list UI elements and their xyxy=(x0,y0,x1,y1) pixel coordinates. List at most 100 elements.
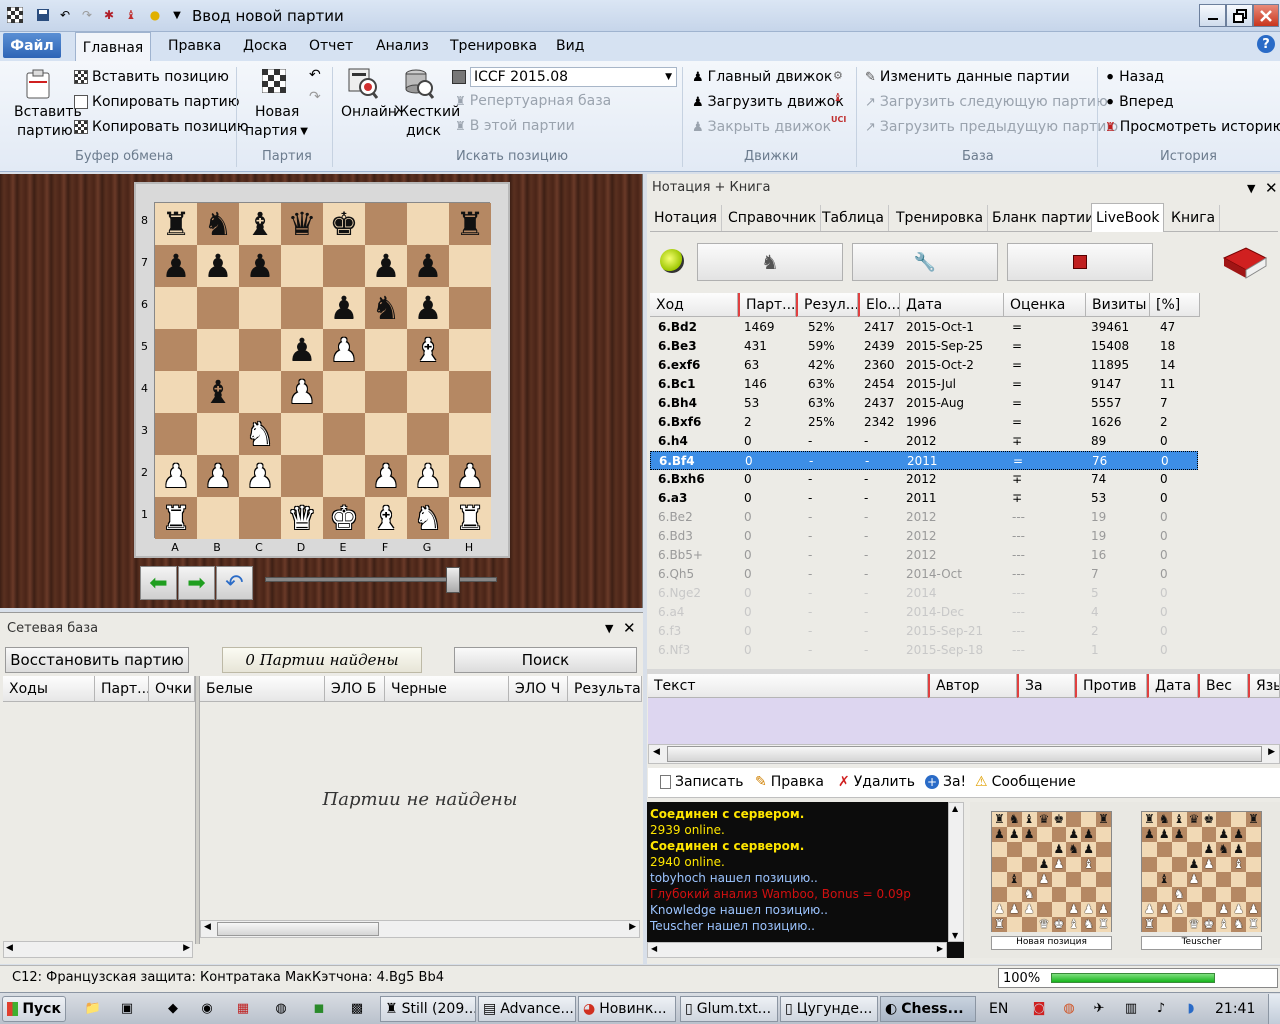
black-pawn-icon[interactable]: ♟ xyxy=(246,250,275,282)
white-knight-icon[interactable]: ♞ xyxy=(246,418,275,450)
white-pawn-icon[interactable]: ♟ xyxy=(162,460,191,492)
scroll-left-icon[interactable]: ◀ xyxy=(653,747,660,757)
livebook-move-row[interactable]: 6.Bh4 53 63% 2437 2015-Aug = 5557 7 xyxy=(650,394,1198,413)
scroll-left-icon[interactable]: ◀ xyxy=(651,944,657,953)
black-pawn-icon[interactable]: ♟ xyxy=(288,334,317,366)
white-queen-icon[interactable]: ♛ xyxy=(288,502,317,534)
minimize-button[interactable] xyxy=(1199,4,1226,27)
scroll-left-icon[interactable]: ◀ xyxy=(204,922,211,932)
scroll-right-icon[interactable]: ▶ xyxy=(183,943,190,953)
white-knight-icon[interactable]: ♞ xyxy=(414,502,443,534)
livebook-move-row[interactable]: 6.Be2 0 - - 2012 --- 19 0 xyxy=(650,508,1198,527)
col-header-elo[interactable]: Elo... xyxy=(858,293,900,317)
col-header-white[interactable]: Белые xyxy=(200,676,325,702)
database-select-box[interactable]: ICCF 2015.08 ▼ xyxy=(470,67,677,87)
copy-game-button[interactable]: Копировать партию xyxy=(74,94,240,110)
col-header-eval[interactable]: Оценка xyxy=(1004,293,1086,317)
search-button[interactable]: Поиск xyxy=(454,647,637,673)
help-icon[interactable]: ? xyxy=(1257,35,1275,53)
col-header-result[interactable]: Резул... xyxy=(796,293,858,317)
white-bishop-icon[interactable]: ♝ xyxy=(414,334,443,366)
tray-icon[interactable]: ◗ xyxy=(1180,996,1202,1020)
black-queen-icon[interactable]: ♛ xyxy=(288,208,317,240)
taskbar-item-still[interactable]: ♜ Still (209... xyxy=(380,996,476,1022)
board-square[interactable]: ♜ xyxy=(155,497,197,539)
black-knight-icon[interactable]: ♞ xyxy=(204,208,233,240)
white-pawn-icon[interactable]: ♟ xyxy=(372,460,401,492)
board-square[interactable] xyxy=(323,413,365,455)
white-rook-icon[interactable]: ♜ xyxy=(162,502,191,534)
paste-game-label-2[interactable]: партию xyxy=(17,123,73,139)
show-desktop-button[interactable] xyxy=(1268,994,1280,1024)
livebook-move-row[interactable]: 6.Be3 431 59% 2439 2015-Sep-25 = 15408 18 xyxy=(650,337,1198,356)
col-header-for[interactable]: За xyxy=(1017,674,1075,698)
thumbnail-teuscher[interactable]: ♜ ♞ ♝ ♛ ♚ ♜ ♟ ♟ ♟ ♟ ♟ ♟ ♞ ♟ ♟ ♟ ♝ ♝ ♟ ♞ ♟ ♟ ♟ ♟ ♟ ♟ ♜ ♛ ♚ ♝ ♞ ♜ xyxy=(1141,811,1262,932)
close-panel-icon[interactable]: ✕ xyxy=(1265,179,1278,197)
take-back-button[interactable]: ↶ xyxy=(216,566,253,600)
board-square[interactable] xyxy=(323,455,365,497)
board-square[interactable]: ♞ xyxy=(197,203,239,245)
paste-position-button[interactable]: Вставить позицию xyxy=(74,69,229,85)
board-square[interactable]: ♝ xyxy=(239,203,281,245)
col-header-visits[interactable]: Визиты xyxy=(1086,293,1150,317)
col-header-percent[interactable]: [%] xyxy=(1150,293,1200,317)
livebook-move-row[interactable]: 6.exf6 63 42% 2360 2015-Oct-2 = 11895 14 xyxy=(650,356,1198,375)
board-square[interactable] xyxy=(365,413,407,455)
maximize-button[interactable] xyxy=(1226,4,1253,27)
board-square[interactable] xyxy=(281,413,323,455)
engine-kill-icon[interactable]: ♝ xyxy=(833,91,843,104)
black-bishop-icon[interactable]: ♝ xyxy=(204,376,233,408)
board-square[interactable]: ♝ xyxy=(407,329,449,371)
tab-table[interactable]: Таблица xyxy=(818,205,889,231)
tab-report[interactable]: Отчет xyxy=(309,38,353,54)
board-square[interactable] xyxy=(155,413,197,455)
white-rook-icon[interactable]: ♜ xyxy=(456,502,485,534)
board-square[interactable]: ♟ xyxy=(323,329,365,371)
board-square[interactable] xyxy=(155,371,197,413)
message-button[interactable]: ⚠ Сообщение xyxy=(975,774,1076,790)
redo-icon[interactable]: ↷ xyxy=(78,6,96,24)
col-header-date[interactable]: Дата xyxy=(900,293,1004,317)
chat-vertical-scrollbar[interactable]: ▲ ▼ xyxy=(948,802,964,942)
tray-icon[interactable]: ✈ xyxy=(1088,996,1110,1020)
taskbar-item-zugzwang[interactable]: ▯ Цугунде... xyxy=(780,996,878,1022)
board-square[interactable]: ♟ xyxy=(365,455,407,497)
hdd-label[interactable]: Жесткий xyxy=(394,104,460,120)
app-launcher-icon[interactable]: ◉ xyxy=(196,996,218,1020)
board-square[interactable] xyxy=(197,413,239,455)
livebook-move-row[interactable]: 6.Nf3 0 - - 2015-Sep-18 --- 1 0 xyxy=(650,641,1198,660)
thumbnail-new-position[interactable]: ♜ ♞ ♝ ♛ ♚ ♜ ♟ ♟ ♟ ♟ ♟ ♟ ♞ ♟ ♟ ♟ ♝ ♝ ♟ ♞ ♟ ♟ ♟ ♟ ♟ ♟ ♜ ♛ ♚ ♝ ♞ ♜ xyxy=(991,811,1112,932)
close-button[interactable] xyxy=(1253,4,1279,27)
livebook-move-row[interactable]: 6.a3 0 - - 2011 ∓ 53 0 xyxy=(650,489,1198,508)
board-square[interactable] xyxy=(365,329,407,371)
move-back-button[interactable]: ⬅ xyxy=(140,566,177,600)
edit-game-data-button[interactable]: ✎ Изменить данные партии xyxy=(865,69,1070,85)
tab-edit[interactable]: Правка xyxy=(168,38,221,54)
board-square[interactable]: ♚ xyxy=(323,203,365,245)
livebook-move-row[interactable]: 6.Nge2 0 - - 2014 --- 5 0 xyxy=(650,584,1198,603)
taskbar-item-glum[interactable]: ▯ Glum.txt... xyxy=(680,996,778,1022)
in-this-game-button[interactable]: ♜ В этой партии xyxy=(455,118,575,134)
book-icon[interactable] xyxy=(1222,244,1268,280)
col-header-against[interactable]: Против xyxy=(1075,674,1147,698)
volume-icon[interactable]: ♪ xyxy=(1150,996,1172,1020)
chat-horizontal-scrollbar[interactable]: ◀ ▶ xyxy=(647,942,947,958)
close-engine-button[interactable]: ♟ Закрыть движок xyxy=(692,119,831,135)
board-square[interactable]: ♟ xyxy=(407,245,449,287)
board-square[interactable]: ♟ xyxy=(239,455,281,497)
load-next-game-button[interactable]: ↗ Загрузить следующую партию xyxy=(865,94,1108,110)
col-header-comment-date[interactable]: Дата xyxy=(1147,674,1198,698)
livebook-move-row[interactable]: 6.Bxh6 0 - - 2012 ∓ 74 0 xyxy=(650,470,1198,489)
scroll-right-icon[interactable]: ▶ xyxy=(1268,747,1275,757)
edit-comment-button[interactable]: ✎ Правка xyxy=(755,774,824,790)
board-square[interactable]: ♜ xyxy=(449,497,491,539)
language-indicator[interactable]: EN xyxy=(989,1001,1008,1017)
tab-livebook[interactable]: LiveBook xyxy=(1091,203,1165,232)
board-square[interactable] xyxy=(155,287,197,329)
white-pawn-icon[interactable]: ♟ xyxy=(456,460,485,492)
splitter[interactable] xyxy=(195,676,200,944)
history-back-button[interactable]: ⚫ Назад xyxy=(1105,69,1164,85)
engine-settings-icon[interactable]: ⚙ xyxy=(833,69,843,82)
copy-position-button[interactable]: Копировать позицию xyxy=(74,119,249,135)
engine-icon[interactable]: ♝ xyxy=(122,6,140,24)
